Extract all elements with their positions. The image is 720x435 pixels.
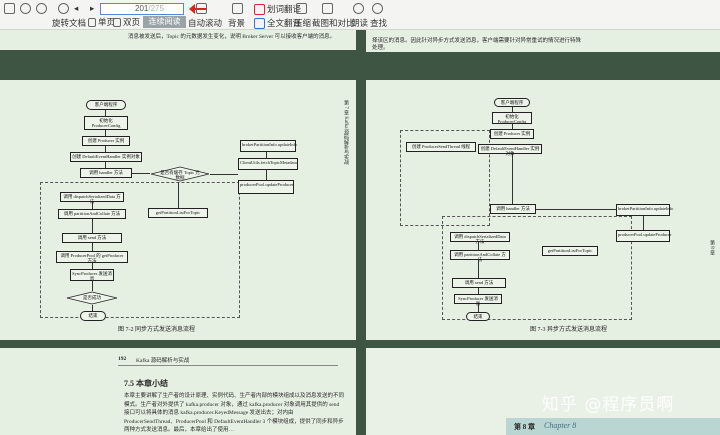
search-label: 查找	[370, 18, 388, 28]
flow-node: SyncProducer 发送消息	[70, 269, 114, 281]
flow-node: 创建 DefaultEventHandler 实例对象	[478, 144, 542, 156]
left-page-top: 消息被发送后，Topic 的元数据发生变化，说明 Broker Server 可…	[0, 30, 356, 50]
flow-node: 初始化 ProducerConfig	[492, 112, 532, 124]
single-page-icon	[88, 17, 96, 27]
flow-node: 调用 send 方法	[452, 278, 506, 288]
reader-toolbar: 旋转文档 ◂ ▸ 201/275 单页 双页 连续阅读 自动滚动 背景 划词翻译…	[0, 0, 720, 30]
chapter-script: Chapter 8	[544, 421, 577, 430]
right-top-text-1: 择该区的消息。因此针对异步方式发送消息，客户端需要针对异常重试的情况进行特殊	[372, 38, 582, 44]
zoom-in-button[interactable]	[36, 3, 47, 14]
page-number-input[interactable]: 201/275	[100, 3, 184, 15]
read-aloud-button[interactable]	[353, 3, 364, 14]
flow-end: 结束	[80, 311, 106, 321]
thumbnail-button[interactable]	[4, 3, 15, 14]
section-paragraph: 本章主要讲解了生产者的设计原理、实例代码、生产者内部的模块组成以及消息发送的不同…	[124, 393, 345, 434]
translate-full-icon	[254, 17, 265, 29]
header-rule	[118, 365, 338, 366]
flow-start: 客户端程序	[494, 98, 530, 107]
decision-label: 是否成功	[83, 295, 101, 300]
flow-node: SyncProducer 发送消息	[454, 294, 502, 306]
flow-node: 调用 partitionAndCollate 方法	[450, 250, 510, 262]
figure-caption: 图 7-3 异步方式发送消息流程	[530, 327, 607, 333]
flow-node: 调用 dispatchSerializedData 方法	[450, 232, 510, 244]
running-header: Kafka 源码解析与实战	[136, 358, 190, 364]
left-page-bottom: 192 Kafka 源码解析与实战 7.5 本章小结 本章主要讲解了生产者的设计…	[0, 348, 356, 435]
single-page-button[interactable]: 单页	[88, 16, 115, 28]
page-total: /275	[148, 4, 164, 13]
right-page-top: 择该区的消息。因此针对异步方式发送消息，客户端需要针对异常重试的情况进行特殊 处…	[366, 30, 720, 52]
compress-button[interactable]	[296, 3, 307, 14]
page-current: 201	[135, 4, 149, 13]
autoscroll-button[interactable]	[196, 3, 207, 14]
figure-caption: 图 7-2 同步方式发送消息流程	[118, 327, 195, 333]
flow-end: 结束	[466, 312, 490, 321]
section-title: 7.5 本章小结	[124, 379, 168, 388]
continuous-read-button[interactable]: 连续阅读	[143, 16, 186, 28]
translate-word-button[interactable]: 划词翻译	[254, 3, 301, 15]
grid-icon	[4, 3, 15, 14]
flow-node: 创建 ProducerSendThread 线程	[406, 142, 476, 152]
flow-node: producerPool.updateProducer	[238, 180, 294, 194]
chapter-label: 第 8 章	[514, 423, 535, 431]
flow-node: ClientUtils.fetchTopicMetadata	[238, 158, 298, 170]
side-header: 第 8 章	[709, 240, 714, 255]
zoom-in-icon	[36, 3, 47, 14]
flow-node: brokerPartitionInfo.updateInfo	[616, 204, 673, 216]
scissors-icon	[322, 3, 333, 14]
search-icon	[372, 3, 383, 14]
flow-node: 创建 Producer 实例	[82, 136, 130, 146]
side-header: 第 7 章 Kafka 源码解析与实战	[343, 100, 348, 165]
flow-node: getPartitionListForTopic	[542, 246, 598, 256]
chapter-band	[506, 418, 720, 435]
double-page-button[interactable]: 双页	[113, 16, 140, 28]
screenshot-label: 截图和对比	[312, 18, 355, 28]
autoscroll-label: 自动滚动	[188, 18, 223, 28]
right-page-bottom: 第 8 章 Chapter 8 知乎 @程序员啊	[366, 348, 720, 435]
flow-node: 调用 dispatchSerializedData 方法	[60, 192, 124, 204]
flow-node: 调用 handler 方法	[80, 168, 132, 178]
prev-page-button[interactable]: ◂	[74, 3, 78, 14]
next-page-button[interactable]: ▸	[90, 3, 94, 14]
figure-7-3: 客户端程序 初始化 ProducerConfig 创建 Producer 实例 …	[366, 80, 720, 340]
right-top-text-2: 处理。	[372, 45, 389, 51]
autoscroll-icon	[196, 3, 207, 14]
left-page: 客户端程序 初始化 ProducerConfig 创建 Producer 实例 …	[0, 80, 356, 340]
right-page: 客户端程序 初始化 ProducerConfig 创建 Producer 实例 …	[366, 80, 720, 340]
watermark: 知乎 @程序员啊	[542, 395, 675, 415]
flow-node: 调用 ProducerPool 的 getProducer 方法	[56, 251, 128, 263]
figure-7-2: 客户端程序 初始化 ProducerConfig 创建 Producer 实例 …	[0, 80, 356, 340]
screenshot-button[interactable]	[322, 3, 333, 14]
decision-label: 是否有缓存 Topic 元数据	[160, 170, 200, 180]
rotate-label: 旋转文档	[52, 18, 87, 28]
document-viewer[interactable]: 消息被发送后，Topic 的元数据发生变化，说明 Broker Server 可…	[0, 30, 720, 435]
zoom-out-button[interactable]	[20, 3, 31, 14]
flow-node: getPartitionListForTopic	[148, 208, 208, 218]
background-icon	[232, 3, 243, 14]
flow-node: 创建 DefaultEventHandler 实例对象	[70, 152, 142, 162]
flow-node: 初始化 ProducerConfig	[84, 116, 128, 130]
double-page-icon	[113, 17, 121, 27]
flow-node: producerPool.updateProducer	[616, 230, 672, 242]
speaker-icon	[353, 3, 364, 14]
background-button[interactable]	[232, 3, 243, 14]
flow-node: 调用 partitionAndCollate 方法	[58, 209, 126, 219]
flow-node: brokerPartitionInfo.updateInfo	[240, 140, 297, 152]
translate-icon	[254, 3, 265, 15]
read-aloud-label: 朗读	[351, 18, 369, 28]
flow-node: 调用 send 方法	[62, 233, 122, 243]
flow-start: 客户端程序	[86, 100, 126, 110]
compress-label: 压缩	[294, 18, 312, 28]
left-top-text: 消息被发送后，Topic 的元数据发生变化，说明 Broker Server 可…	[128, 34, 336, 40]
flow-node: 创建 Producer 实例	[490, 129, 534, 139]
rotate-icon	[58, 3, 69, 14]
search-button[interactable]	[372, 3, 383, 14]
compress-icon	[296, 3, 307, 14]
page-number: 192	[118, 356, 127, 362]
zoom-out-icon	[20, 3, 31, 14]
background-label: 背景	[228, 18, 246, 28]
rotate-button[interactable]	[58, 3, 69, 14]
flow-node: 调用 handler 方法	[490, 204, 536, 214]
